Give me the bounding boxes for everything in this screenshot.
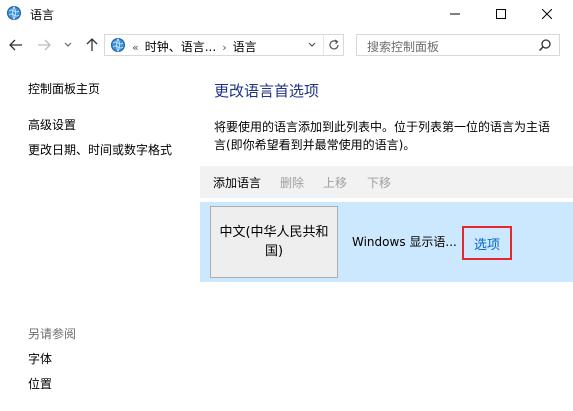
- globe-control-panel-icon: [110, 37, 126, 53]
- navigation-bar: « 时钟、语言... › 语言 搜索控制面板: [0, 32, 573, 58]
- breadcrumb: « 时钟、语言... › 语言: [132, 38, 263, 55]
- refresh-icon[interactable]: [323, 35, 343, 55]
- move-up-button[interactable]: 上移: [323, 174, 347, 191]
- location-link[interactable]: 位置: [28, 375, 52, 392]
- up-arrow-icon[interactable]: [84, 36, 100, 54]
- window-title: 语言: [30, 8, 55, 22]
- language-options-link[interactable]: 选项: [462, 226, 512, 260]
- move-down-button[interactable]: 下移: [367, 174, 391, 191]
- see-also-heading: 另请参阅: [28, 327, 77, 341]
- remove-language-button[interactable]: 删除: [280, 174, 304, 191]
- language-list-row[interactable]: 中文(中华人民共和国) Windows 显示语... 选项: [200, 202, 573, 282]
- close-button[interactable]: [524, 0, 570, 28]
- left-navigation-pane: 控制面板主页 高级设置 更改日期、时间或数字格式 另请参阅 字体 位置: [0, 60, 200, 411]
- search-placeholder: 搜索控制面板: [367, 40, 440, 54]
- forward-arrow-icon[interactable]: [36, 36, 52, 54]
- search-input[interactable]: 搜索控制面板: [356, 34, 560, 56]
- globe-control-panel-icon: [6, 5, 22, 21]
- page-description: 将要使用的语言添加到此列表中。位于列表第一位的语言为主语言(即你希望看到并最常使…: [214, 120, 551, 152]
- breadcrumb-separator[interactable]: ›: [222, 41, 226, 54]
- change-date-time-format-link[interactable]: 更改日期、时间或数字格式: [28, 141, 172, 158]
- breadcrumb-item-language[interactable]: 语言: [233, 40, 257, 54]
- address-dropdown-chevron-icon[interactable]: [301, 35, 323, 55]
- language-tile[interactable]: 中文(中华人民共和国): [210, 206, 338, 278]
- add-language-button[interactable]: 添加语言: [213, 174, 261, 191]
- page-title: 更改语言首选项: [214, 82, 320, 100]
- address-bar[interactable]: « 时钟、语言... › 语言: [104, 34, 344, 56]
- title-bar: 语言: [0, 0, 573, 28]
- language-toolbar: 添加语言 删除 上移 下移: [200, 166, 573, 198]
- language-display-status: Windows 显示语...: [352, 235, 457, 249]
- back-arrow-icon[interactable]: [8, 36, 24, 54]
- maximize-button[interactable]: [478, 0, 524, 28]
- recent-locations-chevron-icon[interactable]: [60, 36, 76, 54]
- breadcrumb-overflow[interactable]: «: [132, 41, 139, 54]
- minimize-button[interactable]: [432, 0, 478, 28]
- breadcrumb-item-clock-language[interactable]: 时钟、语言...: [145, 40, 216, 54]
- control-panel-home-link[interactable]: 控制面板主页: [28, 80, 100, 97]
- fonts-link[interactable]: 字体: [28, 350, 52, 367]
- advanced-settings-link[interactable]: 高级设置: [28, 116, 76, 133]
- search-icon[interactable]: [538, 38, 552, 52]
